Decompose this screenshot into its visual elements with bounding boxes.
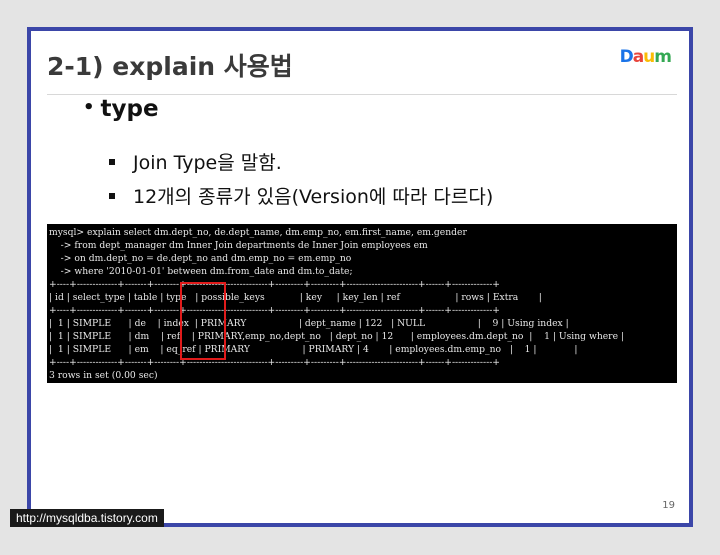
main-bullet-text: type: [100, 96, 159, 122]
square-bullet-icon: [109, 193, 115, 199]
watermark-url: http://mysqldba.tistory.com: [10, 509, 164, 527]
terminal-line: -> where '2010-01-01' between dm.from_da…: [49, 266, 353, 277]
terminal-line: -> on dm.dept_no = de.dept_no and dm.emp…: [49, 253, 352, 264]
type-column-highlight: [180, 282, 226, 360]
terminal-result-line: 3 rows in set (0.00 sec): [49, 370, 158, 381]
terminal-border: +----+-------------+-------+--------+---…: [49, 305, 500, 316]
terminal-row: | 1 | SIMPLE | de | index | PRIMARY | de…: [49, 318, 569, 329]
terminal-row: | 1 | SIMPLE | em | eq_ref | PRIMARY | P…: [49, 344, 578, 355]
square-bullet-icon: [109, 159, 115, 165]
sub-bullet-1: Join Type을 말함.: [109, 148, 282, 175]
sub-bullet-text: Join Type을 말함.: [133, 152, 282, 174]
title-divider: [47, 94, 677, 95]
page-number: 19: [662, 500, 675, 511]
terminal-border: +----+-------------+-------+--------+---…: [49, 357, 500, 368]
bullet-dot-icon: •: [83, 97, 95, 118]
terminal-row: | 1 | SIMPLE | dm | ref | PRIMARY,emp_no…: [49, 331, 625, 342]
daum-logo: Daum: [619, 47, 672, 67]
terminal-line: mysql> explain select dm.dept_no, de.dep…: [49, 227, 467, 238]
sub-bullet-2: 12개의 종류가 있음(Version에 따라 다르다): [109, 182, 493, 209]
slide-title: 2-1) explain 사용법: [47, 52, 293, 81]
terminal-border: +----+-------------+-------+--------+---…: [49, 279, 500, 290]
terminal-line: -> from dept_manager dm Inner Join depar…: [49, 240, 428, 251]
slide: 2-1) explain 사용법 Daum • type Join Type을 말…: [31, 31, 689, 523]
main-bullet: • type: [83, 96, 159, 122]
slide-frame: 2-1) explain 사용법 Daum • type Join Type을 말…: [27, 27, 693, 527]
mysql-terminal-screenshot: mysql> explain select dm.dept_no, de.dep…: [47, 224, 677, 383]
sub-bullet-text: 12개의 종류가 있음(Version에 따라 다르다): [133, 186, 494, 208]
terminal-header-row: | id | select_type | table | type | poss…: [49, 292, 542, 303]
